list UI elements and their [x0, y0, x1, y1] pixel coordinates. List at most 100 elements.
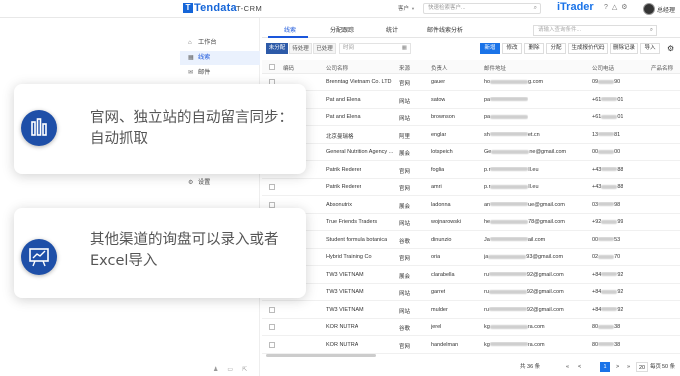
phone-cell: 13 81 [592, 132, 620, 138]
table-row[interactable]: Patrik Rederer 官网 foglia p.r ll.eu +43 88 [262, 162, 680, 179]
table-row[interactable]: Absonutrix 展会 ladonna an ue@gmail.com 03 98 [262, 197, 680, 214]
owner-cell: mulder [431, 306, 448, 313]
itrader-logo[interactable]: iTrader [557, 1, 594, 13]
table-row[interactable]: Patrik Rederer 官网 amri p.r ll.eu +43 88 [262, 179, 680, 196]
source-cell: 官网 [399, 168, 411, 175]
alert-icon[interactable]: △ [612, 4, 617, 11]
tab-assign-tracking[interactable]: 分配跟踪 [330, 25, 354, 34]
email-suffix: ll.eu [528, 184, 539, 190]
settings-icon[interactable]: ⚙ [621, 4, 627, 11]
row-checkbox[interactable] [269, 184, 275, 190]
company-cell: Pat and Elena [326, 96, 361, 103]
page-size-select[interactable]: 20 [636, 362, 649, 372]
company-cell: KOR NUTRA [326, 324, 359, 330]
import-button[interactable]: 导入 [640, 43, 660, 54]
email-suffix: 92@gmail.com [526, 271, 564, 278]
global-search-input[interactable]: 快速检索客户... ⌕ [423, 3, 541, 14]
horizontal-scrollbar[interactable] [266, 354, 376, 357]
table-row[interactable]: General Nutrition Agency ... 展会 lotspeich G… [262, 144, 680, 161]
table-row[interactable]: Student formula botanica 谷歌 dinunzio Ja ail.… [262, 232, 680, 249]
phone-suffix: 98 [614, 201, 621, 208]
select-all-checkbox[interactable] [269, 64, 275, 70]
table-row[interactable]: TW3 VIETNAM 网站 garret ru 92@gmail.com +84 92 [262, 284, 680, 301]
tab-mail-lead-analysis[interactable]: 邮件线索分析 [427, 25, 463, 34]
add-button[interactable]: 新增 [480, 43, 500, 54]
prev-page-button[interactable]: < [578, 362, 581, 372]
col-owner[interactable]: 负责人 [431, 64, 448, 72]
top-bar: T Tendata T-CRM 客户 ▼ 快速检索客户... ⌕ iTrader ? △… [0, 0, 680, 18]
owner-cell: wojnarowski [431, 219, 461, 225]
table-row[interactable]: KOR NUTRA 官网 handelman kg ra.com 80 38 [262, 337, 680, 354]
row-checkbox[interactable] [269, 324, 275, 330]
phone-cell: 09 90 [592, 79, 620, 85]
table-row[interactable]: Brenntag Vietnam Co. LTD 官网 gauer ho g.com 09… [262, 74, 680, 91]
card1-line1: 官网、独立站的自动留言同步： [90, 110, 293, 126]
tab-leads[interactable]: 线索 [284, 25, 296, 34]
share-icon[interactable]: ⇱ [242, 367, 247, 373]
col-source[interactable]: 来源 [399, 64, 410, 72]
row-checkbox[interactable] [269, 306, 275, 313]
sidebar-item-workbench[interactable]: ⌂ 工作台 [180, 36, 260, 50]
email-suffix: ll.eu [528, 166, 539, 173]
sidebar-item-mail[interactable]: ✉ 邮件 [180, 66, 260, 80]
row-checkbox[interactable] [269, 201, 275, 208]
owner-cell: lotspeich [431, 149, 453, 155]
first-page-button[interactable]: « [566, 362, 569, 372]
table-row[interactable]: TW3 VIETNAM 网站 mulder ru 92@gmail.com +84 92 [262, 302, 680, 319]
owner-cell: oria [431, 254, 441, 260]
customer-select-label: 客户 [398, 6, 410, 12]
search-icon[interactable]: ⌕ [534, 4, 537, 13]
phone-suffix: 00 [614, 149, 621, 155]
help-icon[interactable]: ? [604, 4, 608, 11]
phone-suffix: 38 [614, 324, 621, 330]
avatar[interactable] [643, 3, 655, 15]
search-icon[interactable]: ⌕ [650, 26, 653, 35]
assign-button[interactable]: 分配 [546, 43, 566, 54]
email-cell: sh et.cn [484, 132, 540, 138]
time-filter-input[interactable]: 时间 ▦ [339, 43, 411, 54]
row-checkbox[interactable] [269, 341, 275, 348]
delete-records-button[interactable]: 删除记录 [610, 43, 638, 54]
phone-cell: 03 98 [592, 202, 620, 208]
last-page-button[interactable]: » [627, 362, 630, 372]
tab-statistics[interactable]: 统计 [386, 25, 398, 34]
printer-icon[interactable]: ▭ [227, 367, 233, 373]
col-phone[interactable]: 公司电话 [592, 64, 614, 72]
source-cell: 网站 [399, 116, 411, 122]
customer-select[interactable]: 客户 ▼ [398, 3, 420, 14]
table-row[interactable]: Pat and Elena 网站 satow pa +61 01 [262, 92, 680, 109]
filter-unassigned-button[interactable]: 未分配 [266, 43, 288, 54]
lead-search-input[interactable]: 请输入查询条件... ⌕ [533, 25, 657, 36]
col-company[interactable]: 公司名称 [326, 64, 348, 72]
generate-quote-code-button[interactable]: 生成报价代码 [568, 43, 608, 54]
company-cell: 北京曼瑞格 [326, 133, 354, 140]
col-email[interactable]: 邮件地址 [484, 64, 506, 72]
column-settings-icon[interactable]: ⚙ [667, 44, 674, 53]
next-page-button[interactable]: > [616, 362, 619, 372]
edit-button[interactable]: 修改 [502, 43, 522, 54]
brand-logo[interactable]: T Tendata [183, 2, 237, 14]
page-1-button[interactable]: 1 [600, 362, 610, 372]
filter-processed-button[interactable]: 已处理 [313, 43, 336, 54]
table-row[interactable]: True Friends Traders 网站 wojnarowski he 78@gm… [262, 214, 680, 231]
email-redacted [488, 289, 527, 294]
table-row[interactable]: 北京曼瑞格 阿里 englar sh et.cn 13 81 [262, 127, 680, 144]
table-row[interactable]: KOR NUTRA 谷歌 jerel kg ra.com 80 38 [262, 319, 680, 336]
calendar-icon[interactable]: ▦ [402, 44, 407, 53]
col-product[interactable]: 产品名称 [651, 64, 673, 72]
chevron-down-icon: ▼ [411, 6, 415, 11]
table-row[interactable]: Hybrid Training Co 官网 oria ja 93@gmail.com 02… [262, 249, 680, 266]
sidebar-item-settings[interactable]: ⚙ 设置 [180, 176, 260, 190]
table-row[interactable]: Pat and Elena 网站 brownson pa +61 01 [262, 109, 680, 126]
delete-button[interactable]: 删除 [524, 43, 544, 54]
col-code[interactable]: 编码 [283, 64, 294, 72]
phone-suffix: 01 [617, 114, 624, 120]
user-icon[interactable]: ♟ [213, 367, 218, 373]
filter-pending-button[interactable]: 待处理 [289, 43, 312, 54]
phone-redacted [598, 132, 615, 137]
phone-prefix: +84 [592, 271, 602, 278]
phone-cell: +43 88 [592, 167, 623, 173]
sidebar-item-leads[interactable]: ▦ 线索 [180, 51, 260, 65]
username[interactable]: 总经理 [657, 5, 675, 14]
table-row[interactable]: TW3 VIETNAM 展会 clarabella ru 92@gmail.com +84… [262, 267, 680, 284]
